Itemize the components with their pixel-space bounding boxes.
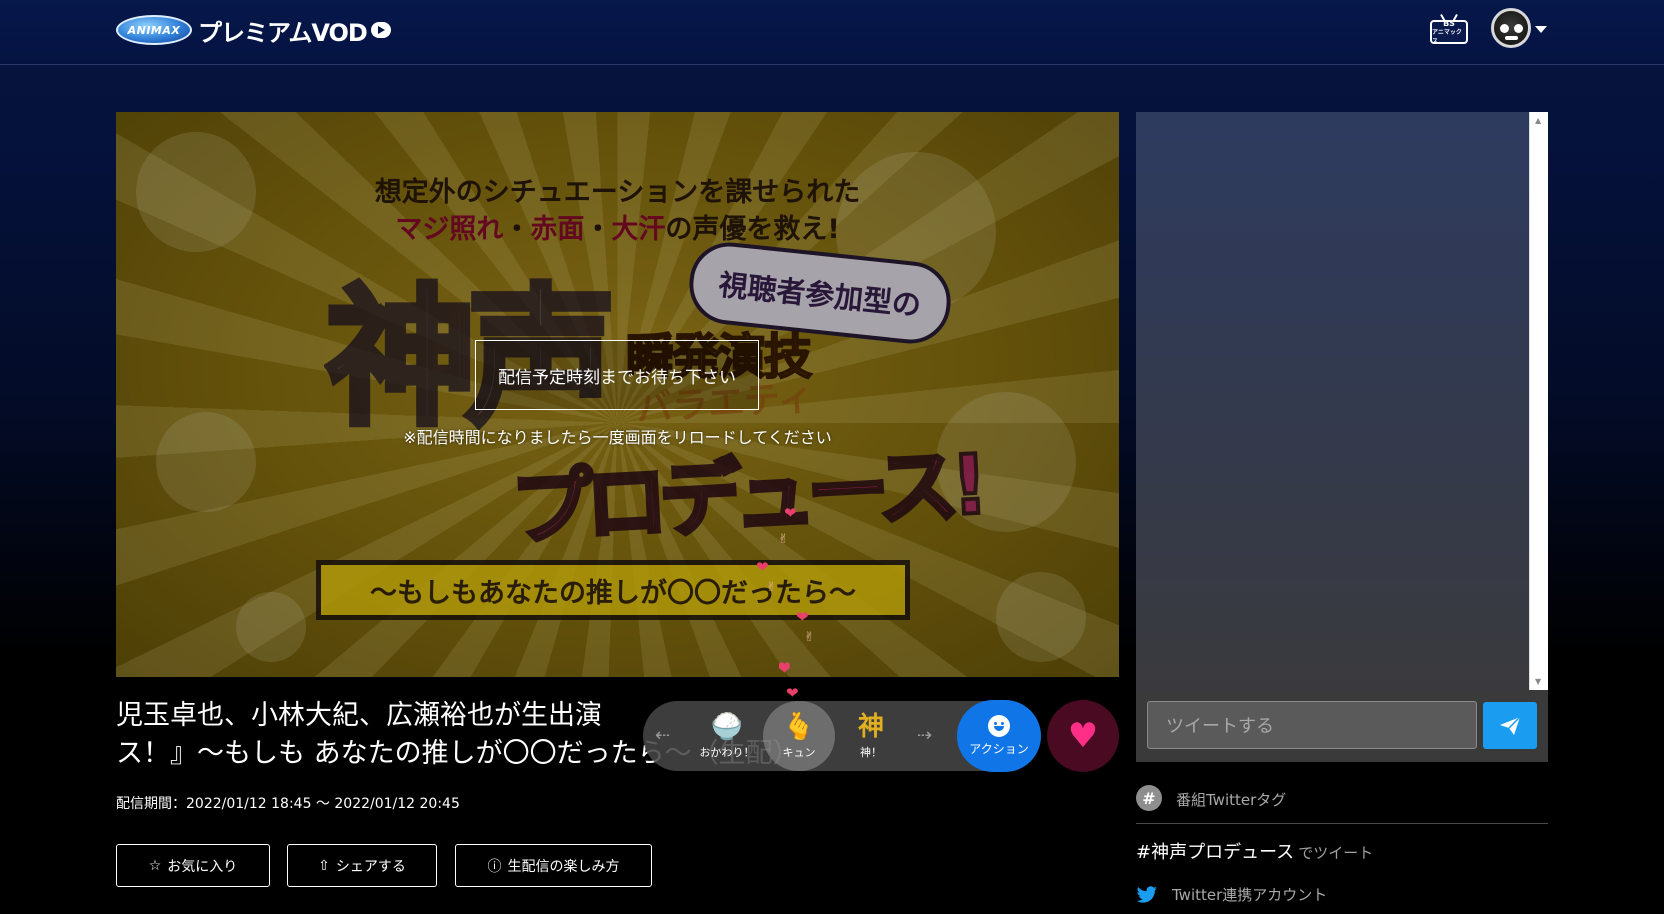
twitter-tag-section: # 番組Twitterタグ <box>1136 784 1548 824</box>
scroll-down-icon[interactable]: ▼ <box>1535 677 1541 686</box>
rice-bowl-icon: 🍚 <box>710 712 744 742</box>
star-icon: ☆ <box>148 857 162 874</box>
broadcast-period: 配信期間：2022/01/12 18:45 〜 2022/01/12 20:45 <box>116 796 460 812</box>
smiley-icon <box>988 715 1010 737</box>
tweet-send-button[interactable] <box>1483 702 1537 749</box>
bs-sublabel: アニマックス <box>1432 28 1462 45</box>
hash-icon: # <box>1136 785 1162 811</box>
scroll-up-icon[interactable]: ▲ <box>1535 116 1541 125</box>
arrow-right-icon[interactable]: ⇢ <box>917 725 932 746</box>
tweet-input[interactable]: ツイートする <box>1147 701 1477 749</box>
twitter-account-section[interactable]: Twitter連携アカウント <box>1136 884 1327 905</box>
hashtag-text: #神声プロデュース <box>1136 842 1295 863</box>
twitter-tag-label: 番組Twitterタグ <box>1176 791 1287 809</box>
top-header: ANIMAX プレミアムVOD BS アニマックス <box>0 0 1664 65</box>
waiting-message-box: 配信予定時刻までお待ち下さい <box>475 340 759 410</box>
floating-hand-icon: ✌ <box>778 532 789 547</box>
reaction-okawari[interactable]: 🍚 おかわり！ <box>691 701 763 771</box>
howto-button[interactable]: ⓘ 生配信の楽しみ方 <box>455 844 652 887</box>
twitter-account-label: Twitter連携アカウント <box>1172 886 1328 904</box>
floating-hand-icon: ✌ <box>766 580 777 595</box>
bs-tv-screen: BS アニマックス <box>1430 18 1468 45</box>
reaction-kyun[interactable]: 🫰 キュン <box>763 701 835 771</box>
bs-animax-tv-icon[interactable]: BS アニマックス <box>1428 14 1470 46</box>
share-icon: ⇧ <box>318 857 330 874</box>
question-circle-icon: ⓘ <box>487 858 502 875</box>
animax-logo-badge: ANIMAX <box>116 15 192 45</box>
floating-hand-icon: ✌ <box>804 630 815 645</box>
bs-label: BS <box>1443 18 1455 28</box>
heart-icon: ♥ <box>1067 716 1099 756</box>
favorite-button[interactable]: ☆ お気に入り <box>116 844 270 887</box>
premium-vod-logo[interactable]: ANIMAX プレミアムVOD <box>116 12 391 48</box>
kami-icon: 神 <box>857 712 884 742</box>
floating-heart-icon: ❤ <box>796 608 809 626</box>
reaction-kami[interactable]: 神 神！ <box>835 701 907 771</box>
share-button[interactable]: ⇧ シェアする <box>287 844 437 887</box>
logo-text: プレミアムVOD <box>198 18 368 47</box>
hashtag-suffix: でツイート <box>1298 844 1374 862</box>
reload-note: ※配信時間になりましたら一度画面をリロードしてください <box>403 428 832 447</box>
tweet-feed-scrollbar[interactable]: ▲ ▼ <box>1529 112 1548 690</box>
arrow-left-icon[interactable]: ⇠ <box>655 725 670 746</box>
action-button[interactable]: アクション <box>957 700 1041 772</box>
finger-heart-icon: 🫰 <box>782 712 816 742</box>
chevron-down-icon[interactable] <box>1535 26 1547 33</box>
play-icon <box>370 22 391 38</box>
tweet-feed[interactable] <box>1136 112 1529 690</box>
paper-plane-icon <box>1500 715 1521 735</box>
twitter-bird-icon <box>1136 885 1157 903</box>
hashtag-link[interactable]: #神声プロデュース でツイート <box>1136 838 1373 864</box>
floating-heart-icon: ❤ <box>784 504 797 522</box>
like-heart-button[interactable]: ♥ <box>1047 700 1119 772</box>
user-avatar-icon[interactable] <box>1491 8 1531 48</box>
floating-heart-icon: ❤ <box>756 558 769 576</box>
floating-heart-icon: ❤ <box>778 660 791 678</box>
video-player[interactable]: 想定外のシチュエーションを課せられた マジ照れ・赤面・大汗の声優を救え! 神声 … <box>116 112 1119 677</box>
